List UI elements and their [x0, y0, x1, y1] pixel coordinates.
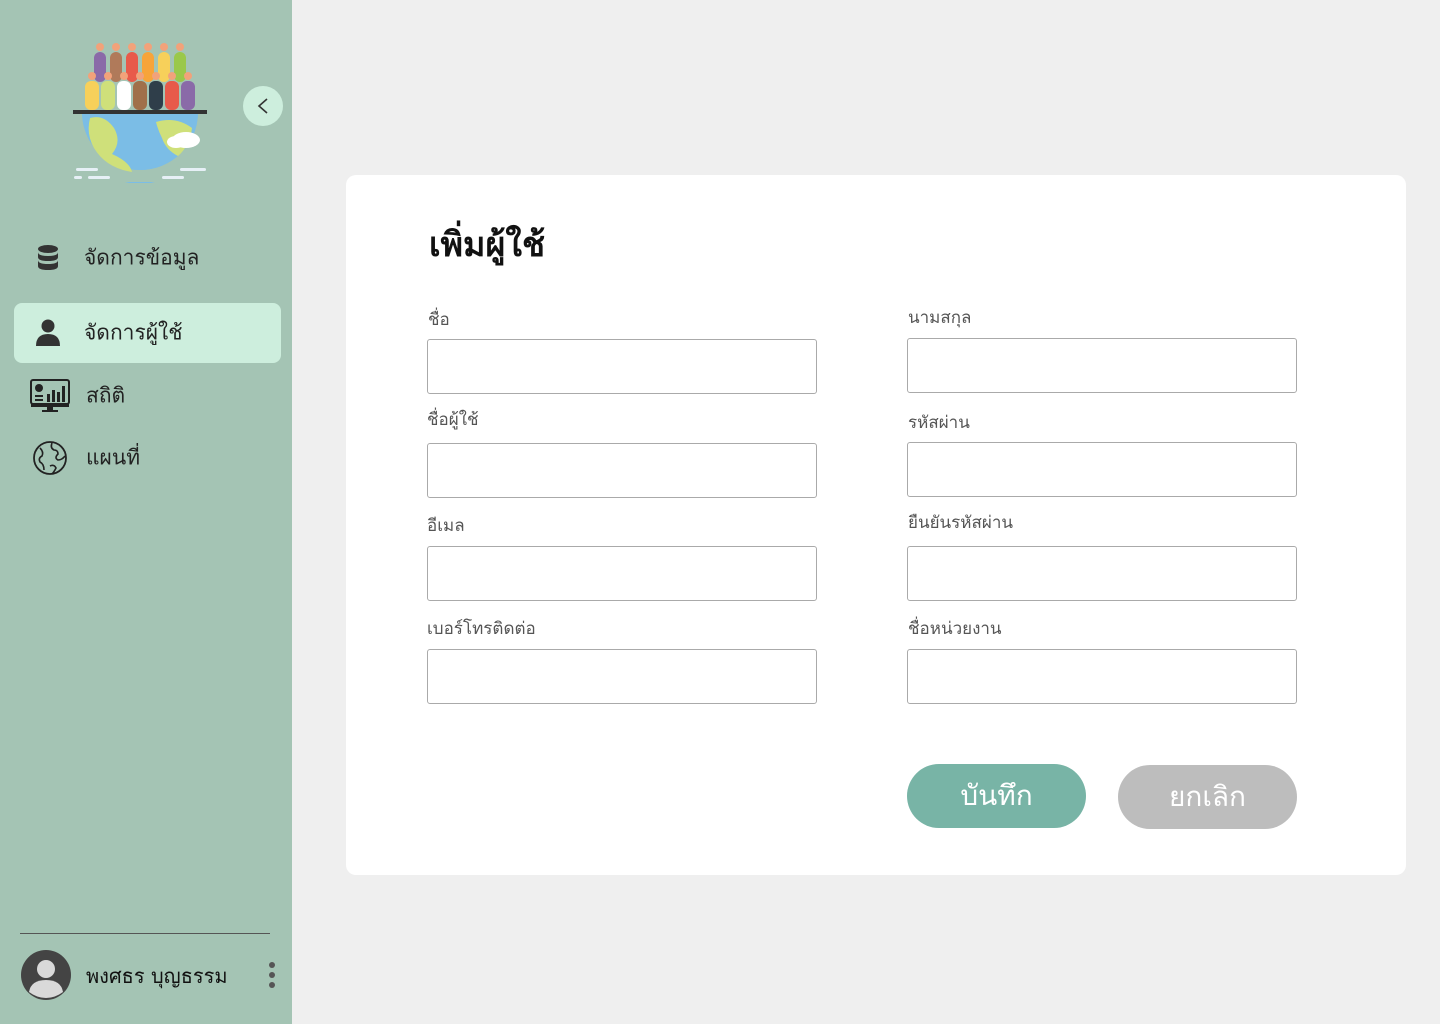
department-label: ชื่อหน่วยงาน	[908, 619, 1002, 639]
globe-icon	[30, 438, 70, 478]
more-options-icon[interactable]	[262, 960, 282, 990]
confirm-password-input[interactable]	[907, 546, 1297, 601]
department-input[interactable]	[907, 649, 1297, 704]
phone-label: เบอร์โทรติดต่อ	[427, 619, 536, 639]
sidebar-item-manage-data[interactable]: จัดการข้อมูล	[14, 228, 281, 288]
sidebar: จัดการข้อมูล จัดการผู้ใช้ สถิติ แผนที่ พ…	[0, 0, 292, 1024]
sidebar-item-map[interactable]: แผนที่	[14, 428, 281, 488]
first-name-input[interactable]	[427, 339, 817, 394]
password-label: รหัสผ่าน	[908, 413, 970, 433]
collapse-sidebar-button[interactable]	[243, 86, 283, 126]
first-name-label: ชื่อ	[428, 310, 450, 330]
add-user-card: เพิ่มผู้ใช้ ชื่อ ชื่อผู้ใช้ อีเมล เบอร์โ…	[346, 175, 1406, 875]
save-button[interactable]: บันทึก	[907, 764, 1086, 828]
cancel-button[interactable]: ยกเลิก	[1118, 765, 1297, 829]
sidebar-item-statistics[interactable]: สถิติ	[14, 366, 281, 426]
user-avatar-icon	[29, 960, 63, 998]
sidebar-item-label: จัดการข้อมูล	[84, 245, 200, 270]
database-icon	[28, 238, 68, 278]
statistics-monitor-icon	[30, 376, 70, 416]
sidebar-item-label: สถิติ	[86, 383, 126, 408]
confirm-password-label: ยืนยันรหัสผ่าน	[908, 513, 1014, 533]
sidebar-divider	[20, 933, 270, 934]
people-on-globe-logo	[70, 38, 210, 183]
password-input[interactable]	[907, 442, 1297, 497]
username-label: ชื่อผู้ใช้	[427, 410, 479, 430]
page-title: เพิ่มผู้ใช้	[429, 225, 546, 265]
username-input[interactable]	[427, 443, 817, 498]
last-name-label: นามสกุล	[908, 308, 972, 328]
sidebar-item-manage-users[interactable]: จัดการผู้ใช้	[14, 303, 281, 363]
sidebar-item-label: แผนที่	[86, 445, 141, 470]
phone-input[interactable]	[427, 649, 817, 704]
sidebar-item-label: จัดการผู้ใช้	[84, 320, 183, 345]
email-label: อีเมล	[427, 516, 465, 536]
user-name: พงศธร บุญธรรม	[86, 964, 228, 988]
chevron-left-icon	[257, 98, 268, 114]
avatar[interactable]	[21, 950, 71, 1000]
email-input[interactable]	[427, 546, 817, 601]
user-icon	[28, 313, 68, 353]
last-name-input[interactable]	[907, 338, 1297, 393]
